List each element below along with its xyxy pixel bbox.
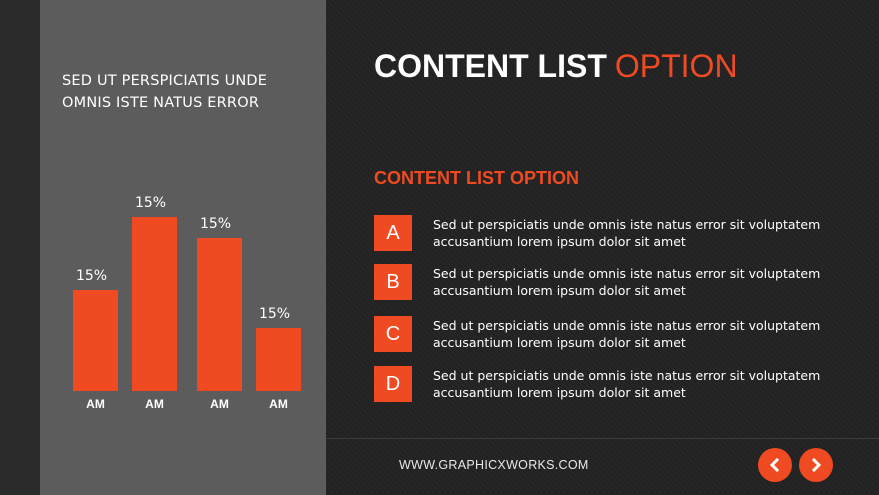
item-description: Sed ut perspiciatis unde omnis iste natu…: [433, 367, 853, 401]
item-text-line-2: accusantium lorem ipsum dolor sit amet: [433, 385, 686, 400]
next-slide-button[interactable]: [799, 448, 833, 482]
list-item: A Sed ut perspiciatis unde omnis iste na…: [374, 215, 854, 255]
x-tick-label: AM: [145, 397, 164, 411]
item-letter-badge: D: [374, 366, 412, 402]
chart-bar: [256, 328, 301, 391]
footer-divider: [326, 438, 879, 439]
x-tick-label: AM: [210, 397, 229, 411]
item-letter-badge: A: [374, 215, 412, 251]
chart-bar: [197, 238, 242, 391]
x-tick-label: AM: [86, 397, 105, 411]
bar-data-label: 15%: [76, 268, 107, 284]
bar-data-label: 15%: [200, 216, 231, 232]
item-text-line-2: accusantium lorem ipsum dolor sit amet: [433, 283, 686, 298]
bar-data-label: 15%: [135, 195, 166, 211]
item-text-line-1: Sed ut perspiciatis unde omnis iste natu…: [433, 217, 821, 232]
chevron-right-icon: [811, 458, 822, 472]
list-item: C Sed ut perspiciatis unde omnis iste na…: [374, 316, 854, 356]
item-letter-badge: C: [374, 316, 412, 352]
item-text-line-2: accusantium lorem ipsum dolor sit amet: [433, 335, 686, 350]
list-item: D Sed ut perspiciatis unde omnis iste na…: [374, 366, 854, 406]
chevron-left-icon: [769, 458, 780, 472]
item-text-line-1: Sed ut perspiciatis unde omnis iste natu…: [433, 266, 821, 281]
item-text-line-1: Sed ut perspiciatis unde omnis iste natu…: [433, 368, 821, 383]
list-item: B Sed ut perspiciatis unde omnis iste na…: [374, 264, 854, 304]
item-text-line-2: accusantium lorem ipsum dolor sit amet: [433, 234, 686, 249]
item-letter-badge: B: [374, 264, 412, 300]
page-title-accent: OPTION: [614, 48, 738, 84]
item-text-line-1: Sed ut perspiciatis unde omnis iste natu…: [433, 318, 821, 333]
item-description: Sed ut perspiciatis unde omnis iste natu…: [433, 317, 853, 351]
page-title-primary: CONTENT LIST: [374, 48, 607, 84]
chart-bar: [132, 217, 177, 391]
x-tick-label: AM: [269, 397, 288, 411]
chart-bar: [73, 290, 118, 391]
item-description: Sed ut perspiciatis unde omnis iste natu…: [433, 216, 853, 250]
previous-slide-button[interactable]: [758, 448, 792, 482]
page-title: CONTENT LIST OPTION: [374, 46, 738, 86]
footer-url[interactable]: WWW.GRAPHICXWORKS.COM: [399, 458, 589, 472]
bar-data-label: 15%: [259, 306, 290, 322]
item-description: Sed ut perspiciatis unde omnis iste natu…: [433, 265, 853, 299]
section-subtitle: CONTENT LIST OPTION: [374, 168, 579, 188]
